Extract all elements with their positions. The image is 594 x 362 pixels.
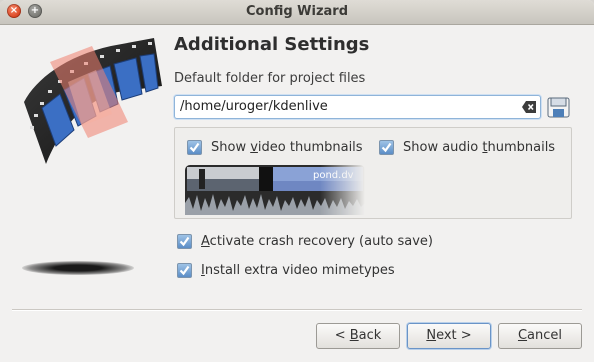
project-folder-input[interactable]: /home/uroger/kdenlive — [174, 95, 541, 119]
checkmark-icon — [189, 142, 200, 153]
page-heading: Additional Settings — [174, 34, 370, 55]
audio-thumbnails-label[interactable]: Show audio thumbnails — [403, 140, 555, 155]
clear-text-icon[interactable] — [522, 101, 536, 113]
mimetypes-label[interactable]: Install extra video mimetypes — [201, 263, 395, 278]
button-separator — [12, 309, 582, 311]
folder-icon[interactable] — [547, 95, 571, 119]
video-thumbnails-checkbox[interactable] — [187, 140, 202, 155]
thumbnail-preview: pond.dv — [185, 165, 365, 215]
config-wizard-window: × + Config Wizard Additional Settings De… — [0, 0, 594, 362]
checkmark-icon — [381, 142, 392, 153]
next-button[interactable]: Next > — [407, 323, 491, 349]
folder-label: Default folder for project files — [174, 71, 366, 86]
project-folder-value: /home/uroger/kdenlive — [180, 99, 328, 114]
video-thumbnails-label[interactable]: Show video thumbnails — [211, 140, 363, 155]
checkmark-icon — [179, 236, 190, 247]
thumbnail-clip-name: pond.dv — [313, 170, 354, 181]
mimetypes-checkbox[interactable] — [177, 263, 192, 278]
back-button[interactable]: < Back — [316, 323, 400, 349]
checkmark-icon — [179, 265, 190, 276]
crash-recovery-checkbox[interactable] — [177, 234, 192, 249]
cancel-button[interactable]: Cancel — [498, 323, 582, 349]
logo-shadow — [22, 261, 134, 275]
window-title: Config Wizard — [245, 4, 349, 19]
film-strip-icon — [24, 38, 162, 164]
crash-recovery-label[interactable]: Activate crash recovery (auto save) — [201, 234, 433, 249]
audio-thumbnails-checkbox[interactable] — [379, 140, 394, 155]
title-bar: × + Config Wizard — [0, 0, 594, 25]
